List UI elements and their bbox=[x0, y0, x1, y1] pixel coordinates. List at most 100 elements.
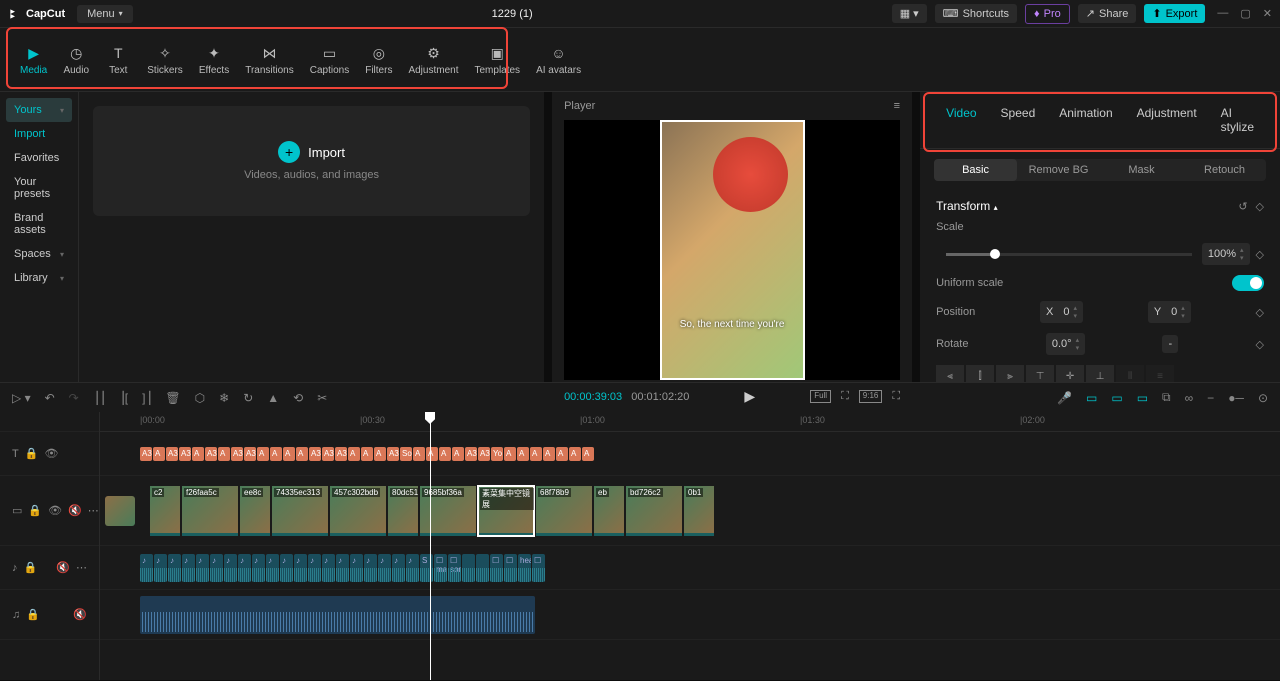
rotate-tool[interactable]: ⟲ bbox=[293, 391, 303, 405]
audio-clip[interactable]: ♪ bbox=[140, 554, 153, 582]
mic-button[interactable]: 🎤 bbox=[1057, 391, 1072, 405]
freeze-tool[interactable]: ❄ bbox=[219, 391, 229, 405]
play-button[interactable]: ▶ bbox=[744, 388, 755, 405]
caption-clip[interactable]: A3 bbox=[244, 447, 256, 461]
mute-icon[interactable]: 🔇 bbox=[56, 561, 70, 574]
audio-clip[interactable]: hea bbox=[518, 554, 531, 582]
caption-clip[interactable]: A bbox=[361, 447, 373, 461]
caption-clip[interactable]: A bbox=[426, 447, 438, 461]
audio-clip[interactable]: S bbox=[420, 554, 433, 582]
caption-clip[interactable]: A bbox=[257, 447, 269, 461]
tool-effects[interactable]: ✦Effects bbox=[191, 39, 237, 80]
tool-adjustment[interactable]: ⚙Adjustment bbox=[400, 39, 466, 80]
caption-clip[interactable]: A3 bbox=[205, 447, 217, 461]
caption-clip[interactable]: A3 bbox=[478, 447, 490, 461]
caption-clip[interactable]: So bbox=[400, 447, 412, 461]
inspector-subtab-basic[interactable]: Basic bbox=[934, 159, 1017, 181]
caption-clip[interactable]: A bbox=[543, 447, 555, 461]
audio-clip[interactable]: ♪ bbox=[294, 554, 307, 582]
crop-icon[interactable]: ⛶ bbox=[841, 390, 849, 403]
split-tool[interactable]: ⎥⎥ bbox=[93, 391, 105, 405]
sidebar-item-favorites[interactable]: Favorites bbox=[6, 146, 72, 170]
shortcuts-button[interactable]: ⌨ Shortcuts bbox=[935, 4, 1017, 23]
delete-button[interactable]: 🗑 bbox=[165, 391, 180, 405]
tool-text[interactable]: TText bbox=[97, 39, 139, 80]
eye-icon[interactable]: 👁 bbox=[44, 447, 58, 460]
rotate-keyframe-icon[interactable]: ◇ bbox=[1256, 338, 1264, 351]
align-center-v[interactable]: ✛ bbox=[1056, 365, 1084, 382]
position-x-input[interactable]: X 0▴▾ bbox=[1040, 301, 1083, 323]
sidebar-item-import[interactable]: Import bbox=[6, 122, 72, 146]
align-top[interactable]: ⊤ bbox=[1026, 365, 1054, 382]
video-clip[interactable]: 68f78b9 bbox=[536, 486, 592, 536]
audio-clip[interactable]: ♪ bbox=[210, 554, 223, 582]
position-y-input[interactable]: Y 0▴▾ bbox=[1148, 301, 1191, 323]
zoom-fit[interactable]: ⊙ bbox=[1258, 391, 1268, 405]
audio-clip[interactable]: ☐ bbox=[490, 554, 503, 582]
tool-filters[interactable]: ◎Filters bbox=[357, 39, 400, 80]
video-clip[interactable]: eb bbox=[594, 486, 624, 536]
audio-clip[interactable]: ♪ bbox=[168, 554, 181, 582]
video-clip[interactable]: f26faa5c bbox=[182, 486, 238, 536]
video-clip[interactable]: 457c302bdb bbox=[330, 486, 386, 536]
keyframe-icon[interactable]: ◇ bbox=[1256, 200, 1264, 213]
lock-icon[interactable]: 🔒 bbox=[26, 608, 40, 621]
video-clip[interactable]: 0b1 bbox=[684, 486, 714, 536]
share-button[interactable]: ↗ Share bbox=[1078, 4, 1137, 23]
position-keyframe-icon[interactable]: ◇ bbox=[1256, 306, 1264, 319]
video-clip[interactable]: bd726c2 bbox=[626, 486, 682, 536]
sidebar-item-your-presets[interactable]: Your presets bbox=[6, 170, 72, 206]
sidebar-item-library[interactable]: Library▾ bbox=[6, 266, 72, 290]
audio-clip[interactable]: ♪ bbox=[322, 554, 335, 582]
mute-icon[interactable]: 🔇 bbox=[73, 608, 87, 621]
audio-clip[interactable]: ♪ bbox=[252, 554, 265, 582]
transform-header[interactable]: Transform ▴ bbox=[936, 199, 998, 213]
caption-clip[interactable]: A3 bbox=[179, 447, 191, 461]
rotate-input[interactable]: 0.0°▴▾ bbox=[1046, 333, 1085, 355]
mirror-tool[interactable]: ▲ bbox=[267, 391, 279, 405]
magnet-icon[interactable]: ⧉ bbox=[1162, 390, 1171, 405]
caption-clip[interactable]: A bbox=[283, 447, 295, 461]
split-left[interactable]: ⎥[ bbox=[119, 391, 128, 405]
align-center-h[interactable]: ⫿ bbox=[966, 365, 994, 382]
layout-button[interactable]: ▦ ▾ bbox=[892, 4, 927, 23]
audio-clip[interactable]: ♪ bbox=[406, 554, 419, 582]
export-button[interactable]: ⬆ Export bbox=[1144, 4, 1205, 23]
tool-stickers[interactable]: ✧Stickers bbox=[139, 39, 191, 80]
tool-ai-avatars[interactable]: ☺AI avatars bbox=[528, 39, 589, 80]
audio-clip[interactable]: ♪ bbox=[196, 554, 209, 582]
inspector-tab-ai-stylize[interactable]: AI stylize bbox=[1209, 100, 1266, 140]
minimize-icon[interactable]: — bbox=[1217, 7, 1228, 20]
caption-clip[interactable]: A bbox=[413, 447, 425, 461]
import-button[interactable]: + Import Videos, audios, and images bbox=[93, 106, 530, 216]
marker-tool[interactable]: ⬡ bbox=[195, 391, 205, 405]
caption-clip[interactable]: A3 bbox=[335, 447, 347, 461]
full-button[interactable]: Full bbox=[810, 390, 831, 403]
audio-clip[interactable]: ♪ bbox=[364, 554, 377, 582]
inspector-tab-speed[interactable]: Speed bbox=[989, 100, 1048, 140]
zoom-out[interactable]: − bbox=[1207, 391, 1214, 405]
audio-clip[interactable]: ♪ bbox=[308, 554, 321, 582]
caption-clip[interactable]: A3 bbox=[231, 447, 243, 461]
video-clip[interactable]: 74335ec313 bbox=[272, 486, 328, 536]
caption-clip[interactable]: A3 bbox=[309, 447, 321, 461]
split-right[interactable]: ]⎥ bbox=[142, 391, 151, 405]
reset-icon[interactable]: ↺ bbox=[1238, 200, 1247, 213]
caption-clip[interactable]: A bbox=[296, 447, 308, 461]
more-icon[interactable]: ⋯ bbox=[88, 504, 99, 517]
tool-templates[interactable]: ▣Templates bbox=[466, 39, 528, 80]
lock-icon[interactable]: 🔒 bbox=[24, 561, 38, 574]
caption-clip[interactable]: A bbox=[153, 447, 165, 461]
sidebar-item-brand-assets[interactable]: Brand assets bbox=[6, 206, 72, 242]
audio-clip[interactable] bbox=[462, 554, 475, 582]
caption-clip[interactable]: A3 bbox=[465, 447, 477, 461]
audio-clip[interactable]: ♪ bbox=[350, 554, 363, 582]
undo-button[interactable]: ↶ bbox=[45, 391, 55, 405]
sidebar-item-spaces[interactable]: Spaces▾ bbox=[6, 242, 72, 266]
link-icon[interactable]: ∞ bbox=[1185, 391, 1194, 405]
audio-clip[interactable]: ♪ bbox=[378, 554, 391, 582]
audio-clip[interactable]: ☐ bbox=[504, 554, 517, 582]
tool-media[interactable]: ▶Media bbox=[12, 39, 55, 80]
fullscreen-icon[interactable]: ⛶ bbox=[892, 390, 900, 403]
scale-value[interactable]: 100%▴▾ bbox=[1202, 243, 1250, 265]
